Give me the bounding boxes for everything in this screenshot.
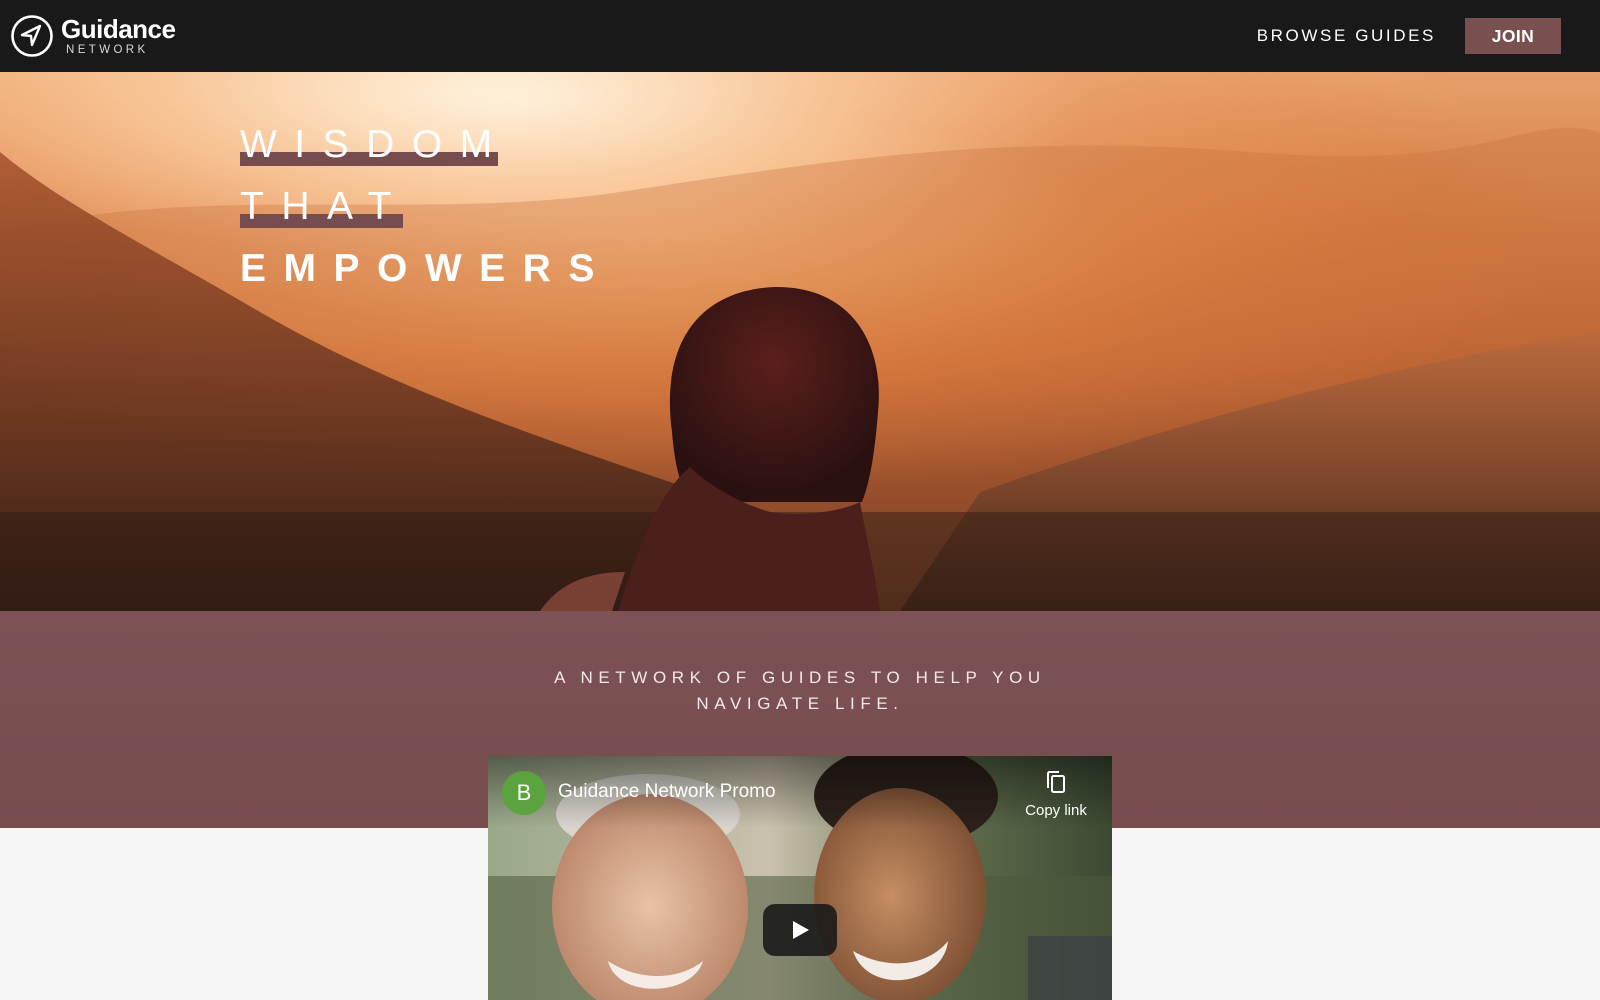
hero-line-3: EMPOWERS [240,247,612,290]
hero-line-1: WISDOM [240,123,510,166]
video-title[interactable]: Guidance Network Promo [558,781,776,803]
play-button[interactable] [763,904,837,956]
join-button[interactable]: JOIN [1465,18,1561,54]
main-nav: BROWSE GUIDES JOIN [1257,18,1561,54]
brand-logo[interactable]: Guidance NETWORK [10,13,176,58]
copy-link-label: Copy link [1025,802,1087,819]
tagline: A NETWORK OF GUIDES TO HELP YOU NAVIGATE… [0,665,1600,717]
brand-text: Guidance NETWORK [61,13,176,57]
compass-arrow-icon [11,15,53,57]
copy-link-button[interactable]: Copy link [1023,770,1089,819]
video-embed[interactable]: B Guidance Network Promo Copy link [488,756,1112,1000]
copy-icon [1047,771,1065,793]
brand-name: Guidance [61,13,176,44]
browse-guides-link[interactable]: BROWSE GUIDES [1257,26,1436,46]
channel-avatar[interactable]: B [502,771,546,815]
tagline-line-1: A NETWORK OF GUIDES TO HELP YOU [554,668,1046,687]
tagline-line-2: NAVIGATE LIFE. [696,694,904,713]
play-icon [793,921,809,939]
hero-line-2: THAT [240,185,409,228]
hero-headline: WISDOM THAT EMPOWERS [240,114,612,300]
hero-banner: WISDOM THAT EMPOWERS [0,72,1600,611]
brand-subtitle: NETWORK [66,43,149,56]
top-navigation-bar: Guidance NETWORK BROWSE GUIDES JOIN [0,0,1600,72]
